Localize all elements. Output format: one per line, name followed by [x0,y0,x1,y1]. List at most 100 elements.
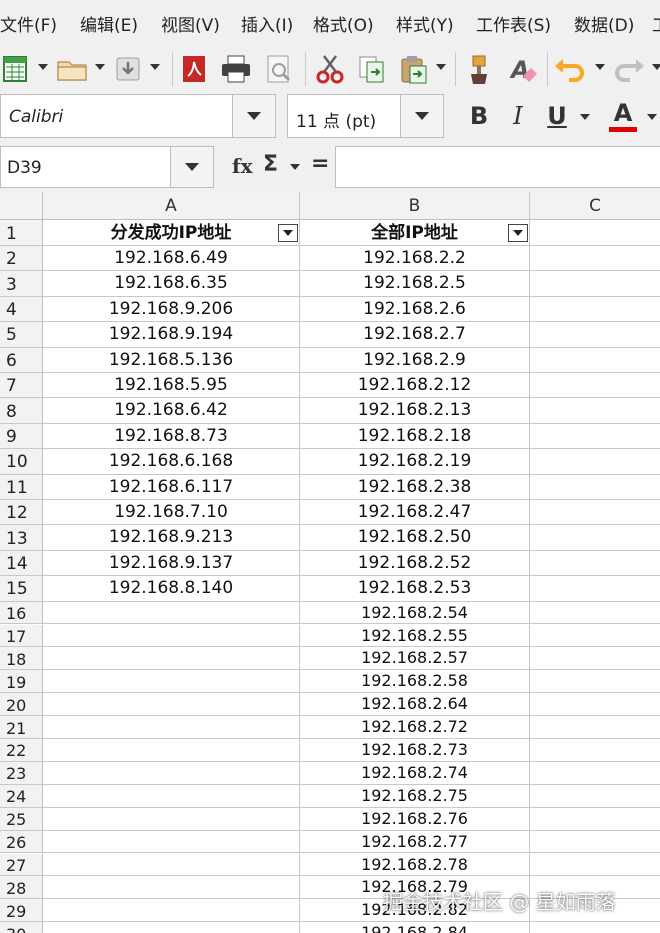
cell-a[interactable] [43,693,300,717]
new-dropdown-icon[interactable] [38,64,48,70]
header-cell-a[interactable]: 分发成功IP地址 [43,220,300,246]
open-dropdown-icon[interactable] [95,64,105,70]
cell-b[interactable]: 192.168.2.77 [300,830,530,854]
row-header[interactable]: 25 [0,807,43,831]
cell-c[interactable] [530,424,660,450]
cell-a[interactable] [43,899,300,923]
row-header[interactable]: 20 [0,693,43,717]
row-header[interactable]: 4 [0,296,43,323]
column-header-b[interactable]: B [300,192,530,220]
save-icon[interactable] [112,52,146,86]
cell-b[interactable]: 192.168.2.76 [300,807,530,831]
cell-b[interactable]: 192.168.2.73 [300,739,530,762]
cell-c[interactable] [530,220,660,246]
cell-c[interactable] [530,398,660,424]
formula-input[interactable] [335,146,660,188]
cell-a[interactable] [43,807,300,831]
name-box-dropdown[interactable] [170,147,213,187]
cell-b[interactable]: 192.168.2.18 [300,423,530,450]
autofilter-button-a[interactable] [278,224,298,242]
row-header[interactable]: 9 [0,423,43,450]
cell-b[interactable]: 192.168.2.72 [300,716,530,739]
row-header[interactable]: 26 [0,830,43,854]
row-header[interactable]: 2 [0,246,43,272]
cell-c[interactable] [530,297,660,323]
font-color-dropdown-icon[interactable] [647,114,657,120]
font-name-box[interactable]: Calibri [0,94,276,138]
cell-b[interactable]: 192.168.2.55 [300,624,530,648]
cell-a[interactable] [43,853,300,877]
cell-a[interactable]: 192.168.9.213 [43,525,300,551]
cell-c[interactable] [530,693,660,717]
cell-c[interactable] [530,785,660,808]
cell-c[interactable] [530,576,660,602]
undo-dropdown-icon[interactable] [595,64,605,70]
row-header[interactable]: 3 [0,271,43,297]
print-preview-icon[interactable] [262,52,296,86]
cell-b[interactable]: 192.168.2.13 [300,398,530,424]
row-header[interactable]: 21 [0,716,43,739]
row-header[interactable]: 6 [0,347,43,373]
row-header[interactable]: 17 [0,624,43,648]
row-header[interactable]: 10 [0,449,43,475]
sum-icon[interactable]: Σ [263,152,278,177]
cell-c[interactable] [530,808,660,831]
cell-a[interactable] [43,761,300,785]
menu-insert[interactable]: 插入(I) [241,11,293,36]
row-header[interactable]: 28 [0,876,43,900]
cell-a[interactable] [43,647,300,671]
italic-button[interactable]: I [501,98,535,134]
bold-button[interactable]: B [462,98,496,134]
redo-dropdown-icon[interactable] [652,64,660,70]
cell-b[interactable]: 192.168.2.38 [300,474,530,500]
cell-b[interactable]: 192.168.2.58 [300,670,530,694]
cell-c[interactable] [530,625,660,648]
select-all-corner[interactable] [0,192,43,220]
cell-a[interactable]: 192.168.6.49 [43,246,300,272]
cell-c[interactable] [530,525,660,551]
paste-icon[interactable] [397,52,431,86]
cell-c[interactable] [530,271,660,297]
cell-c[interactable] [530,322,660,348]
cell-b[interactable]: 192.168.2.19 [300,449,530,475]
row-header[interactable]: 14 [0,550,43,577]
menu-file[interactable]: 文件(F) [0,11,57,36]
cell-b[interactable]: 192.168.2.7 [300,322,530,348]
cell-b[interactable]: 192.168.2.2 [300,246,530,272]
cell-c[interactable] [530,647,660,671]
cell-a[interactable]: 192.168.5.136 [43,347,300,373]
clear-formatting-icon[interactable]: A [505,52,539,86]
cell-a[interactable] [43,922,300,933]
row-header[interactable]: 23 [0,761,43,785]
cut-icon[interactable] [313,52,347,86]
menu-view[interactable]: 视图(V) [161,11,220,36]
underline-button[interactable]: U [540,98,574,134]
cell-b[interactable]: 192.168.2.52 [300,550,530,577]
cell-b[interactable]: 192.168.2.78 [300,853,530,877]
save-dropdown-icon[interactable] [150,64,160,70]
row-header[interactable]: 13 [0,525,43,551]
cell-a[interactable] [43,670,300,694]
cell-c[interactable] [530,348,660,373]
cell-b[interactable]: 192.168.2.12 [300,373,530,399]
cell-c[interactable] [530,716,660,739]
cell-c[interactable] [530,670,660,694]
cell-a[interactable]: 192.168.9.137 [43,550,300,577]
formula-icon[interactable]: = [311,151,329,176]
clone-formatting-icon[interactable] [463,52,497,86]
copy-icon[interactable] [355,52,389,86]
cell-b[interactable]: 192.168.2.64 [300,693,530,717]
cell-b[interactable]: 192.168.2.74 [300,761,530,785]
row-header[interactable]: 16 [0,601,43,625]
undo-icon[interactable] [553,52,587,86]
sum-dropdown-icon[interactable] [290,164,300,170]
cell-a[interactable]: 192.168.5.95 [43,373,300,399]
cell-a[interactable] [43,716,300,739]
print-icon[interactable] [219,52,253,86]
cell-a[interactable]: 192.168.6.117 [43,474,300,500]
row-header[interactable]: 5 [0,322,43,348]
name-box[interactable]: D39 [0,146,214,188]
cell-c[interactable] [530,602,660,625]
row-header[interactable]: 19 [0,670,43,694]
cell-c[interactable] [530,922,660,933]
